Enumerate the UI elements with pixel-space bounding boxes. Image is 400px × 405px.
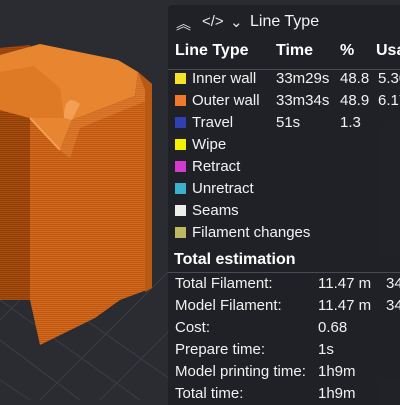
- legend-color-swatch: [175, 73, 186, 84]
- estimation-value: 1h9m: [318, 363, 356, 380]
- estimation-extra: 34: [386, 275, 400, 292]
- legend-label: Filament changes: [192, 224, 311, 241]
- estimation-label: Total Filament:: [175, 275, 273, 292]
- legend-color-swatch: [175, 117, 186, 128]
- legend-row[interactable]: Wipe: [168, 134, 400, 156]
- legend-time: 33m29s: [276, 70, 330, 87]
- legend-label: Unretract: [192, 180, 254, 197]
- estimation-value: 11.47 m: [318, 275, 372, 292]
- estimation-label: Prepare time:: [175, 341, 266, 358]
- legend-color-swatch: [175, 139, 186, 150]
- legend-row[interactable]: Travel 51s 1.3: [168, 112, 400, 134]
- legend-percent: 48.8: [340, 70, 370, 87]
- legend-time: 33m34s: [276, 92, 330, 109]
- chevron-down-icon[interactable]: ⌄: [230, 13, 243, 31]
- legend-row[interactable]: Unretract: [168, 178, 400, 200]
- estimation-row: Total time: 1h9m: [168, 383, 400, 405]
- estimation-label: Model printing time:: [175, 363, 306, 380]
- estimation-row: Prepare time: 1s: [168, 339, 400, 361]
- legend-color-swatch: [175, 183, 186, 194]
- estimation-label: Model Filament:: [175, 297, 282, 314]
- estimation-value: 1h9m: [318, 385, 356, 402]
- legend-label: Outer wall: [192, 92, 260, 109]
- legend-time: 51s: [276, 114, 301, 131]
- gcode-legend-panel: ︽ </> ⌄ Line Type Line Type Time % Usa I…: [168, 5, 400, 405]
- legend-color-swatch: [175, 161, 186, 172]
- legend-usage: 6.17: [378, 92, 400, 109]
- legend-label: Inner wall: [192, 70, 257, 87]
- col-percent: %: [340, 42, 355, 59]
- legend-row[interactable]: Inner wall 33m29s 48.8 5.30: [168, 68, 400, 90]
- estimation-value: 1s: [318, 341, 334, 358]
- legend-toolbar: ︽ </> ⌄ Line Type: [168, 5, 400, 38]
- legend-label: Seams: [192, 202, 239, 219]
- estimation-title: Total estimation: [174, 251, 296, 268]
- legend-usage: 5.30: [378, 70, 400, 87]
- estimation-value: 11.47 m: [318, 297, 372, 314]
- estimation-row: Model printing time: 1h9m: [168, 361, 400, 383]
- estimation-value: 0.68: [318, 319, 348, 336]
- legend-row[interactable]: Seams: [168, 200, 400, 222]
- legend-row[interactable]: Filament changes: [168, 222, 400, 244]
- legend-label: Wipe: [192, 136, 227, 153]
- legend-percent: 1.3: [340, 114, 361, 131]
- estimation-label: Cost:: [175, 319, 211, 336]
- legend-row[interactable]: Retract: [168, 156, 400, 178]
- estimation-row: Cost: 0.68: [168, 317, 400, 339]
- estimation-label: Total time:: [175, 385, 244, 402]
- col-line-type: Line Type: [175, 42, 249, 59]
- legend-color-swatch: [175, 205, 186, 216]
- estimation-extra: 34: [386, 297, 400, 314]
- legend-color-swatch: [175, 227, 186, 238]
- col-usage: Usa: [376, 42, 400, 59]
- legend-row[interactable]: Outer wall 33m34s 48.9 6.17: [168, 90, 400, 112]
- estimation-row: Total Filament: 11.47 m 34: [168, 273, 400, 295]
- code-icon[interactable]: </>: [202, 13, 224, 30]
- legend-label: Travel: [192, 114, 234, 131]
- col-time: Time: [276, 42, 314, 59]
- estimation-row: Model Filament: 11.47 m 34: [168, 295, 400, 317]
- collapse-icon[interactable]: ︽: [176, 13, 191, 34]
- legend-label: Retract: [192, 158, 241, 175]
- printed-model: [0, 44, 152, 345]
- view-type-dropdown[interactable]: Line Type: [250, 13, 319, 31]
- legend-percent: 48.9: [340, 92, 370, 109]
- legend-color-swatch: [175, 95, 186, 106]
